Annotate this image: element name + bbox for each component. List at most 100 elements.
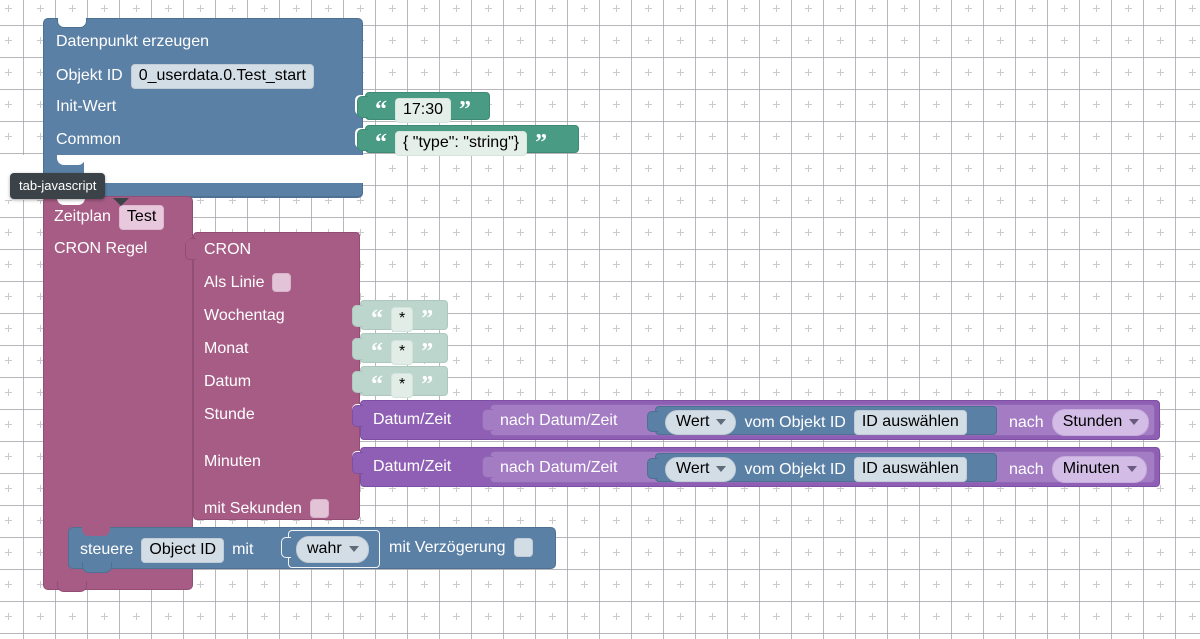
string-date-field[interactable]: * <box>391 373 414 398</box>
block-string-init-value[interactable]: “ 17:30 ” <box>365 92 490 123</box>
grid-mark <box>485 261 492 268</box>
control-bottom-notch <box>82 562 112 573</box>
block-get-value-minute[interactable]: Wert vom Objekt ID ID auswählen <box>655 453 997 482</box>
grid-mark <box>1189 453 1196 460</box>
object-id-minute-field[interactable]: ID auswählen <box>853 457 967 482</box>
block-string-date[interactable]: “ * ” <box>360 366 448 398</box>
grid-mark <box>613 133 620 140</box>
object-id-hour-field[interactable]: ID auswählen <box>853 410 967 435</box>
object-id-field[interactable]: 0_userdata.0.Test_start <box>130 64 314 89</box>
string-weekday-field[interactable]: * <box>391 307 414 332</box>
grid-mark <box>1125 517 1132 524</box>
grid-mark <box>645 357 652 364</box>
grid-mark <box>613 581 620 588</box>
grid-mark <box>645 5 652 12</box>
grid-mark <box>485 197 492 204</box>
block-get-value-hour[interactable]: Wert vom Objekt ID ID auswählen <box>655 406 997 435</box>
grid-mark <box>1061 165 1068 172</box>
grid-mark <box>5 421 12 428</box>
grid-mark <box>5 37 12 44</box>
control-delay-row: mit Verzögerung <box>389 538 533 557</box>
blockly-workspace[interactable]: Datenpunkt erzeugen Objekt ID 0_userdata… <box>0 0 1200 639</box>
grid-mark <box>581 357 588 364</box>
grid-mark <box>5 549 12 556</box>
grid-mark <box>773 389 780 396</box>
string-init-value-field[interactable]: 17:30 <box>395 98 452 123</box>
by-datetime-hour-label-row: nach Datum/Zeit <box>500 412 617 430</box>
string-init-value-plug <box>357 96 368 118</box>
grid-mark <box>1093 165 1100 172</box>
grid-mark <box>901 357 908 364</box>
as-line-checkbox[interactable] <box>272 273 292 292</box>
chevron-down-icon <box>1129 419 1140 425</box>
with-seconds-checkbox[interactable] <box>309 499 329 518</box>
delay-checkbox[interactable] <box>513 538 533 557</box>
grid-mark <box>293 5 300 12</box>
unit-dropdown-minute[interactable]: Minuten <box>1051 456 1147 483</box>
grid-mark <box>485 357 492 364</box>
grid-mark <box>517 293 524 300</box>
cron-title: CRON <box>204 241 252 258</box>
grid-mark <box>485 165 492 172</box>
as-line-label: Als Linie <box>204 273 265 291</box>
grid-mark <box>869 133 876 140</box>
grid-mark <box>677 517 684 524</box>
grid-mark <box>869 229 876 236</box>
grid-mark <box>5 229 12 236</box>
schedule-title-field[interactable]: Test <box>118 205 165 230</box>
grid-mark <box>901 325 908 332</box>
block-string-month[interactable]: “ * ” <box>360 333 448 365</box>
grid-mark <box>197 581 204 588</box>
grid-mark <box>645 101 652 108</box>
grid-mark <box>1093 261 1100 268</box>
grid-mark <box>1157 357 1164 364</box>
grid-mark <box>1029 5 1036 12</box>
grid-mark <box>805 517 812 524</box>
grid-mark <box>165 613 172 620</box>
grid-mark <box>1061 613 1068 620</box>
grid-mark <box>453 37 460 44</box>
grid-mark <box>453 5 460 12</box>
grid-mark <box>581 517 588 524</box>
chevron-down-icon <box>348 546 359 552</box>
grid-mark <box>1189 613 1196 620</box>
grid-mark <box>773 261 780 268</box>
grid-mark <box>5 293 12 300</box>
grid-mark <box>677 5 684 12</box>
grid-mark <box>773 5 780 12</box>
grid-mark <box>1093 549 1100 556</box>
grid-mark <box>1125 325 1132 332</box>
grid-mark <box>1189 69 1196 76</box>
grid-mark <box>1189 261 1196 268</box>
grid-mark <box>5 261 12 268</box>
grid-mark <box>901 581 908 588</box>
grid-mark <box>1189 229 1196 236</box>
from-object-hour-label: vom Objekt ID <box>744 413 846 431</box>
grid-mark <box>37 613 44 620</box>
string-month-field[interactable]: * <box>391 340 414 365</box>
value-dropdown-hour[interactable]: Wert <box>665 410 737 435</box>
grid-mark <box>1157 229 1164 236</box>
cron-minute-row: Minuten <box>204 453 261 471</box>
grid-mark <box>1157 261 1164 268</box>
grid-mark <box>741 517 748 524</box>
cron-hour-row: Stunde <box>204 406 255 424</box>
string-common-field[interactable]: { "type": "string"} <box>395 131 528 156</box>
grid-mark <box>1189 389 1196 396</box>
value-dropdown-minute[interactable]: Wert <box>665 457 737 482</box>
control-object-id-field[interactable]: Object ID <box>141 538 225 563</box>
block-string-weekday[interactable]: “ * ” <box>360 300 448 332</box>
grid-mark <box>933 69 940 76</box>
grid-mark <box>933 325 940 332</box>
grid-mark <box>1061 261 1068 268</box>
grid-mark <box>805 5 812 12</box>
boolean-value-dropdown[interactable]: wahr <box>296 536 369 563</box>
grid-mark <box>677 613 684 620</box>
datetime-hour-plug <box>352 405 363 427</box>
block-string-common[interactable]: “ { "type": "string"} ” <box>365 125 579 156</box>
unit-dropdown-hour[interactable]: Stunden <box>1051 409 1150 436</box>
grid-mark <box>1189 197 1196 204</box>
grid-mark <box>1125 133 1132 140</box>
grid-mark <box>933 261 940 268</box>
grid-mark <box>613 261 620 268</box>
